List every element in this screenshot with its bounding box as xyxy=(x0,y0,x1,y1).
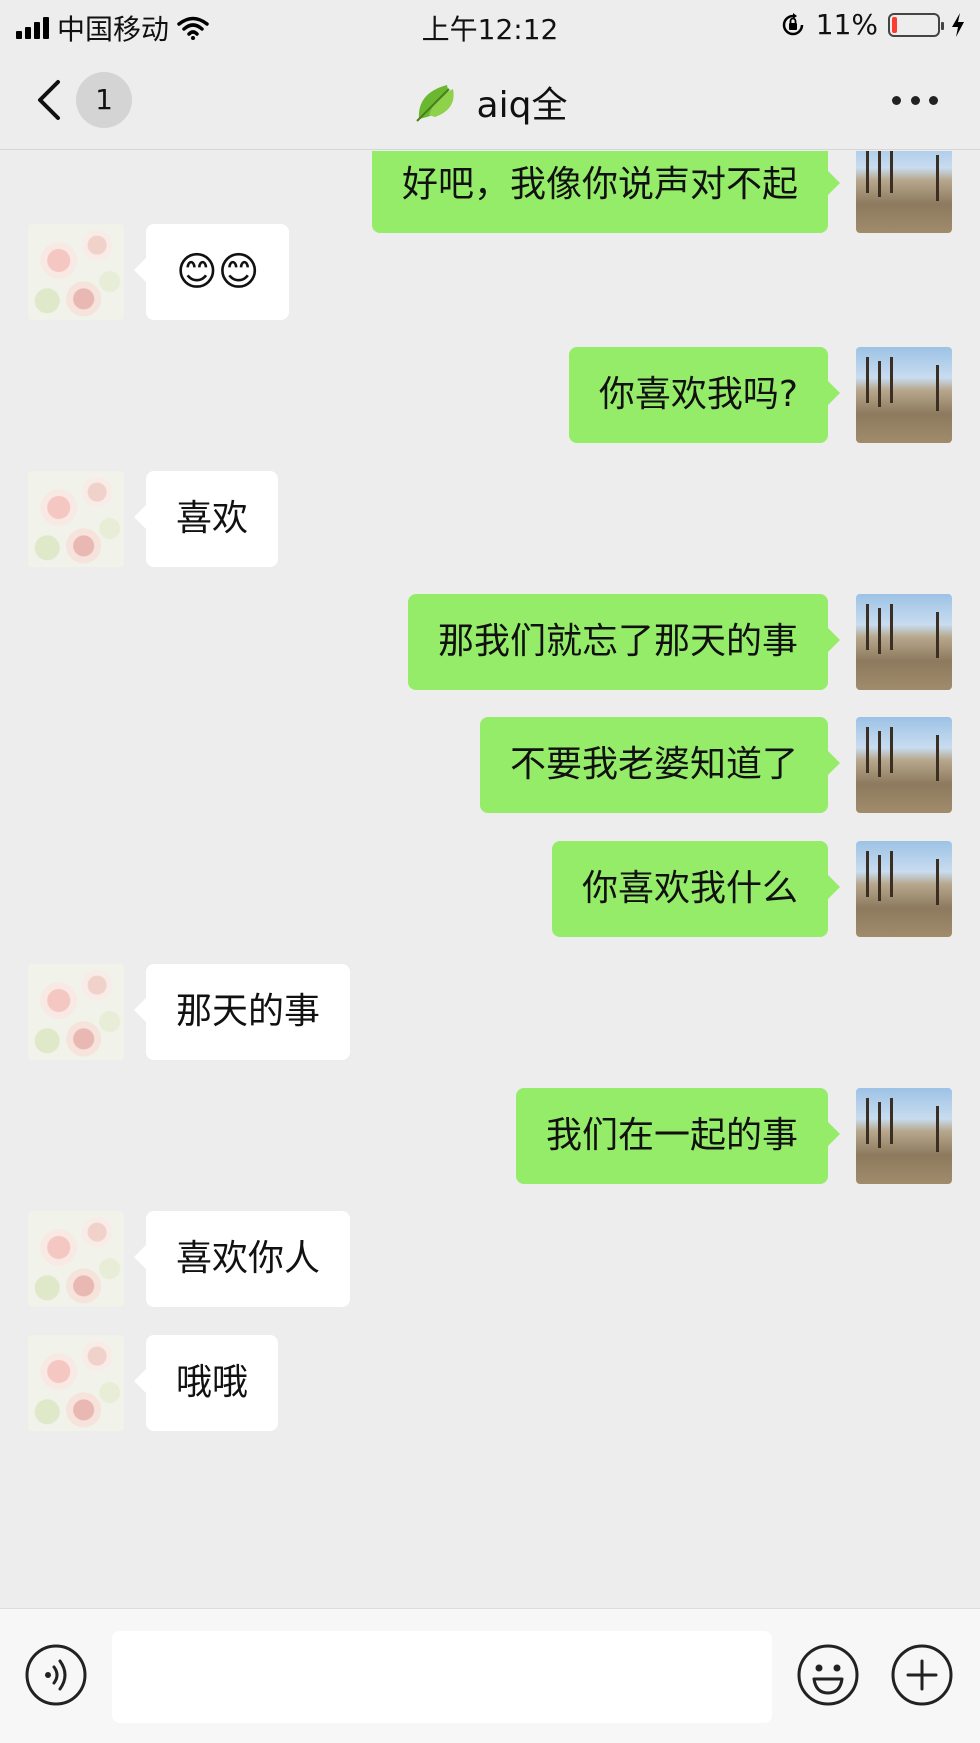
chat-title: aiq全 xyxy=(0,76,980,128)
contact-avatar[interactable] xyxy=(28,471,124,567)
leaf-icon xyxy=(415,85,454,122)
message-bubble[interactable]: 那天的事 xyxy=(133,964,351,1060)
message-bubble[interactable]: 你喜欢我吗? xyxy=(568,347,841,443)
my-avatar[interactable] xyxy=(856,1088,952,1184)
my-avatar[interactable] xyxy=(856,594,952,690)
contact-avatar[interactable] xyxy=(28,1335,124,1431)
status-bar: 中国移动 上午12:12 11% xyxy=(0,0,980,50)
contact-avatar[interactable] xyxy=(28,964,124,1060)
my-avatar[interactable] xyxy=(856,717,952,813)
contact-avatar[interactable] xyxy=(28,224,124,320)
voice-icon[interactable] xyxy=(24,1643,88,1707)
input-bar xyxy=(0,1608,980,1743)
message-row-outgoing: 那我们就忘了那天的事 xyxy=(0,594,980,690)
message-bubble[interactable]: 好吧，我像你说声对不起 xyxy=(371,151,841,233)
message-bubble[interactable]: 我们在一起的事 xyxy=(515,1088,841,1184)
charging-icon xyxy=(952,12,964,37)
chat-header: 1 aiq全 xyxy=(0,50,980,150)
message-row-outgoing: 你喜欢我吗? xyxy=(0,347,980,443)
battery-percent: 11% xyxy=(815,8,878,41)
message-bubble[interactable]: 那我们就忘了那天的事 xyxy=(407,594,841,690)
message-row-outgoing: 不要我老婆知道了 xyxy=(0,717,980,813)
message-row-incoming: 那天的事 xyxy=(0,964,980,1060)
message-bubble[interactable]: 哦哦 xyxy=(133,1335,279,1431)
contact-avatar[interactable] xyxy=(28,1211,124,1307)
message-bubble[interactable]: 不要我老婆知道了 xyxy=(479,717,841,813)
message-row-incoming: 喜欢 xyxy=(0,471,980,567)
message-input[interactable] xyxy=(112,1631,772,1723)
message-row-incoming: 喜欢你人 xyxy=(0,1211,980,1307)
battery-fill xyxy=(892,16,897,33)
message-bubble[interactable]: 😊😊 xyxy=(133,224,290,320)
my-avatar[interactable] xyxy=(856,841,952,937)
more-dots-icon[interactable] xyxy=(892,86,938,114)
message-list[interactable]: 好吧，我像你说声对不起 😊😊 你喜欢我吗? 喜欢那我们就忘了那天的事不要我老婆知道了你… xyxy=(0,151,980,1608)
message-bubble[interactable]: 你喜欢我什么 xyxy=(551,841,841,937)
orientation-lock-icon xyxy=(782,12,804,35)
message-row-outgoing: 好吧，我像你说声对不起 xyxy=(0,151,980,233)
my-avatar[interactable] xyxy=(856,151,952,233)
message-row-outgoing: 你喜欢我什么 xyxy=(0,841,980,937)
message-row-incoming: 哦哦 xyxy=(0,1335,980,1431)
plus-icon[interactable] xyxy=(890,1643,954,1707)
emoji-icon[interactable] xyxy=(796,1643,860,1707)
message-bubble[interactable]: 喜欢 xyxy=(133,471,279,567)
status-right: 11% xyxy=(780,8,966,41)
battery-icon xyxy=(888,12,944,37)
message-row-incoming: 😊😊 xyxy=(0,224,980,320)
chat-title-text: aiq全 xyxy=(476,85,568,126)
message-row-outgoing: 我们在一起的事 xyxy=(0,1088,980,1184)
my-avatar[interactable] xyxy=(856,347,952,443)
message-bubble[interactable]: 喜欢你人 xyxy=(133,1211,351,1307)
